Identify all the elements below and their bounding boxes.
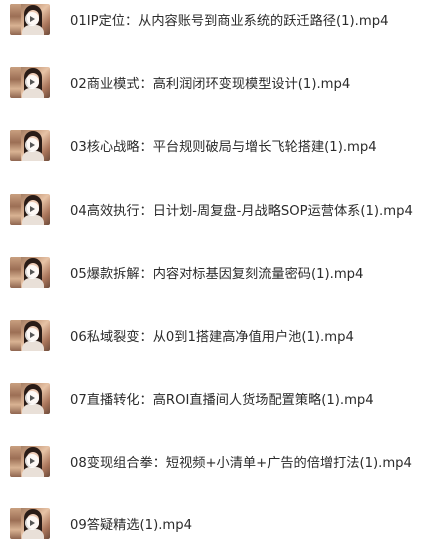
video-thumbnail-icon[interactable]	[10, 382, 50, 414]
file-list: 01IP定位：从内容账号到商业系统的跃迁路径(1).mp4 02商业模式：高利润…	[0, 0, 446, 539]
play-icon	[25, 74, 39, 89]
play-icon	[25, 137, 39, 152]
play-icon	[25, 11, 39, 26]
file-item[interactable]: 09答疑精选(1).mp4	[10, 506, 440, 540]
play-icon	[25, 515, 39, 530]
play-icon	[25, 264, 39, 279]
file-name: 01IP定位：从内容账号到商业系统的跃迁路径(1).mp4	[70, 13, 389, 29]
file-name: 04高效执行：日计划-周复盘-月战略SOP运营体系(1).mp4	[70, 203, 413, 219]
file-item[interactable]: 08变现组合拳：短视频+小清单+广告的倍增打法(1).mp4	[10, 444, 440, 478]
file-name: 09答疑精选(1).mp4	[70, 517, 193, 533]
file-item[interactable]: 04高效执行：日计划-周复盘-月战略SOP运营体系(1).mp4	[10, 192, 440, 226]
video-thumbnail-icon[interactable]	[10, 445, 50, 477]
play-icon	[25, 453, 39, 468]
video-thumbnail-icon[interactable]	[10, 66, 50, 98]
video-thumbnail-icon[interactable]	[10, 129, 50, 161]
play-icon	[25, 327, 39, 342]
file-name: 07直播转化：高ROI直播间人货场配置策略(1).mp4	[70, 392, 374, 408]
file-name: 05爆款拆解：内容对标基因复刻流量密码(1).mp4	[70, 266, 364, 282]
file-item[interactable]: 03核心战略：平台规则破局与增长飞轮搭建(1).mp4	[10, 128, 440, 162]
file-name: 06私域裂变：从0到1搭建高净值用户池(1).mp4	[70, 329, 354, 345]
video-thumbnail-icon[interactable]	[10, 256, 50, 288]
video-thumbnail-icon[interactable]	[10, 507, 50, 539]
file-item[interactable]: 06私域裂变：从0到1搭建高净值用户池(1).mp4	[10, 318, 440, 352]
file-item[interactable]: 07直播转化：高ROI直播间人货场配置策略(1).mp4	[10, 381, 440, 415]
play-icon	[25, 201, 39, 216]
play-icon	[25, 390, 39, 405]
video-thumbnail-icon[interactable]	[10, 319, 50, 351]
video-thumbnail-icon[interactable]	[10, 193, 50, 225]
file-name: 03核心战略：平台规则破局与增长飞轮搭建(1).mp4	[70, 139, 377, 155]
file-name: 08变现组合拳：短视频+小清单+广告的倍增打法(1).mp4	[70, 455, 412, 471]
file-item[interactable]: 05爆款拆解：内容对标基因复刻流量密码(1).mp4	[10, 255, 440, 289]
file-item[interactable]: 01IP定位：从内容账号到商业系统的跃迁路径(1).mp4	[10, 2, 440, 36]
video-thumbnail-icon[interactable]	[10, 3, 50, 35]
file-name: 02商业模式：高利润闭环变现模型设计(1).mp4	[70, 76, 351, 92]
file-item[interactable]: 02商业模式：高利润闭环变现模型设计(1).mp4	[10, 65, 440, 99]
